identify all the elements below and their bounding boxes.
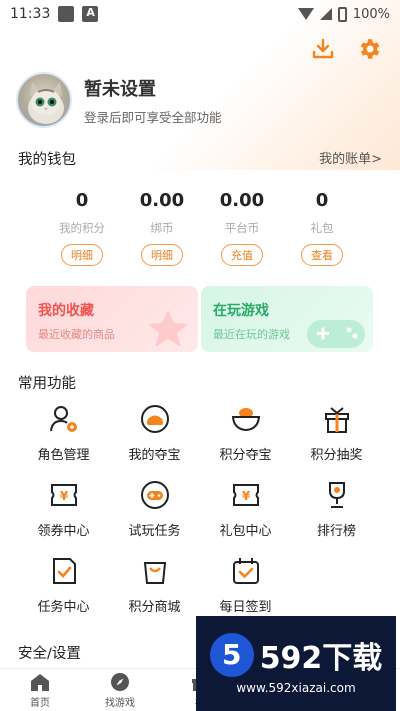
func-label: 试玩任务 [128, 524, 181, 539]
lottery-icon [324, 407, 349, 433]
profile-section[interactable]: 暂未设置 登录后即可享受全部功能 [16, 72, 222, 128]
points-treasure-icon [231, 408, 260, 432]
role-manage-icon [49, 406, 77, 432]
coupon-icon: ¥ [50, 484, 77, 506]
signal-icon [319, 8, 332, 20]
func-label: 领券中心 [37, 524, 90, 539]
wallet-value: 0.00 [219, 190, 265, 211]
tab-label: 首页 [30, 697, 50, 709]
func-label: 礼包中心 [219, 524, 272, 539]
playing-card[interactable]: 在玩游戏 最近在玩的游戏 [201, 286, 373, 352]
gamepad-icon [140, 481, 169, 509]
coupon-center-item[interactable]: ¥ 领券中心 [18, 478, 109, 542]
calendar-check-icon [232, 558, 259, 584]
tab-label: 找游戏 [105, 697, 135, 709]
func-label: 我的夺宝 [128, 448, 181, 463]
wallet-points: 0 我的积分 明细 [42, 190, 122, 266]
settings-button[interactable] [356, 36, 382, 62]
func-label: 积分商城 [128, 600, 181, 615]
battery-icon [337, 6, 347, 22]
tab-home[interactable]: 首页 [0, 669, 80, 711]
shopping-bag-icon [143, 562, 166, 584]
functions-grid: 角色管理 我的夺宝 积分夺宝 积分抽奖 ¥ 领券中心 试玩任务 ¥ 礼包中心 排… [18, 402, 382, 618]
notification-icon [58, 6, 75, 22]
wallet-value: 0 [75, 190, 89, 211]
func-label: 任务中心 [37, 600, 90, 615]
download-button[interactable] [310, 36, 336, 62]
battery-percent: 100% [352, 6, 390, 22]
points-treasure-item[interactable]: 积分夺宝 [200, 402, 291, 466]
wallet-gift-packs: 0 礼包 查看 [282, 190, 362, 266]
daily-checkin-item[interactable]: 每日签到 [200, 554, 291, 618]
watermark-overlay: 5 592下载 www.592xiazai.com [196, 616, 396, 711]
watermark-logo: 5 [209, 632, 254, 677]
app-notification-icon [82, 6, 99, 22]
gift-ticket-icon: ¥ [232, 484, 259, 506]
gift-center-item[interactable]: ¥ 礼包中心 [200, 478, 291, 542]
avatar[interactable] [16, 72, 72, 128]
star-icon [148, 310, 188, 347]
trial-task-item[interactable]: 试玩任务 [109, 478, 200, 542]
top-actions [310, 36, 382, 62]
login-hint: 登录后即可享受全部功能 [84, 109, 222, 125]
wallet-platform-coins: 0.00 平台币 充值 [202, 190, 282, 266]
download-icon [312, 38, 334, 59]
svg-text:¥: ¥ [241, 489, 250, 503]
func-label: 排行榜 [316, 524, 356, 539]
compass-icon [111, 672, 129, 691]
func-label: 每日签到 [219, 600, 272, 615]
profile-name: 暂未设置 [84, 78, 156, 100]
home-icon [31, 673, 49, 691]
wallet-bound-coins: 0.00 绑币 明细 [122, 190, 202, 266]
func-label: 积分抽奖 [310, 448, 363, 463]
task-center-item[interactable]: 任务中心 [18, 554, 109, 618]
trophy-icon [328, 482, 345, 508]
ranking-item[interactable]: 排行榜 [291, 478, 382, 542]
my-treasure-item[interactable]: 我的夺宝 [109, 402, 200, 466]
points-mall-item[interactable]: 积分商城 [109, 554, 200, 618]
view-gift-button[interactable]: 查看 [301, 244, 343, 266]
treasure-icon [140, 405, 169, 433]
my-bill-link[interactable]: 我的账单> [319, 148, 382, 167]
task-icon [52, 558, 76, 584]
tab-find-games[interactable]: 找游戏 [80, 669, 160, 711]
gamepad-deco-icon [307, 320, 365, 348]
wallet-row: 0 我的积分 明细 0.00 绑币 明细 0.00 平台币 充值 0 礼包 查看 [42, 190, 362, 266]
svg-text:¥: ¥ [59, 489, 68, 503]
recharge-button[interactable]: 充值 [221, 244, 263, 266]
security-settings-title: 安全/设置 [18, 646, 81, 662]
wallet-title: 我的钱包 [18, 152, 76, 168]
watermark-url: www.592xiazai.com [236, 680, 356, 695]
wallet-label: 绑币 [150, 221, 174, 235]
status-time: 11:33 [10, 6, 51, 22]
favorites-card[interactable]: 我的收藏 最近收藏的商品 [26, 286, 198, 352]
cat-avatar-icon [28, 82, 64, 124]
wallet-label: 我的积分 [59, 221, 105, 235]
wallet-value: 0.00 [139, 190, 185, 211]
wallet-label: 礼包 [310, 221, 334, 235]
points-detail-button[interactable]: 明细 [61, 244, 103, 266]
watermark-brand: 592下载 [259, 640, 383, 676]
wifi-icon [297, 8, 314, 20]
func-label: 角色管理 [37, 448, 90, 463]
wallet-value: 0 [315, 190, 329, 211]
bound-coins-detail-button[interactable]: 明细 [141, 244, 183, 266]
common-functions-title: 常用功能 [18, 376, 76, 392]
lottery-item[interactable]: 积分抽奖 [291, 402, 382, 466]
wallet-label: 平台币 [224, 221, 260, 235]
func-label: 积分夺宝 [219, 448, 272, 463]
status-bar: 11:33 100% [0, 0, 400, 28]
role-manage-item[interactable]: 角色管理 [18, 402, 109, 466]
gear-icon [360, 39, 380, 59]
